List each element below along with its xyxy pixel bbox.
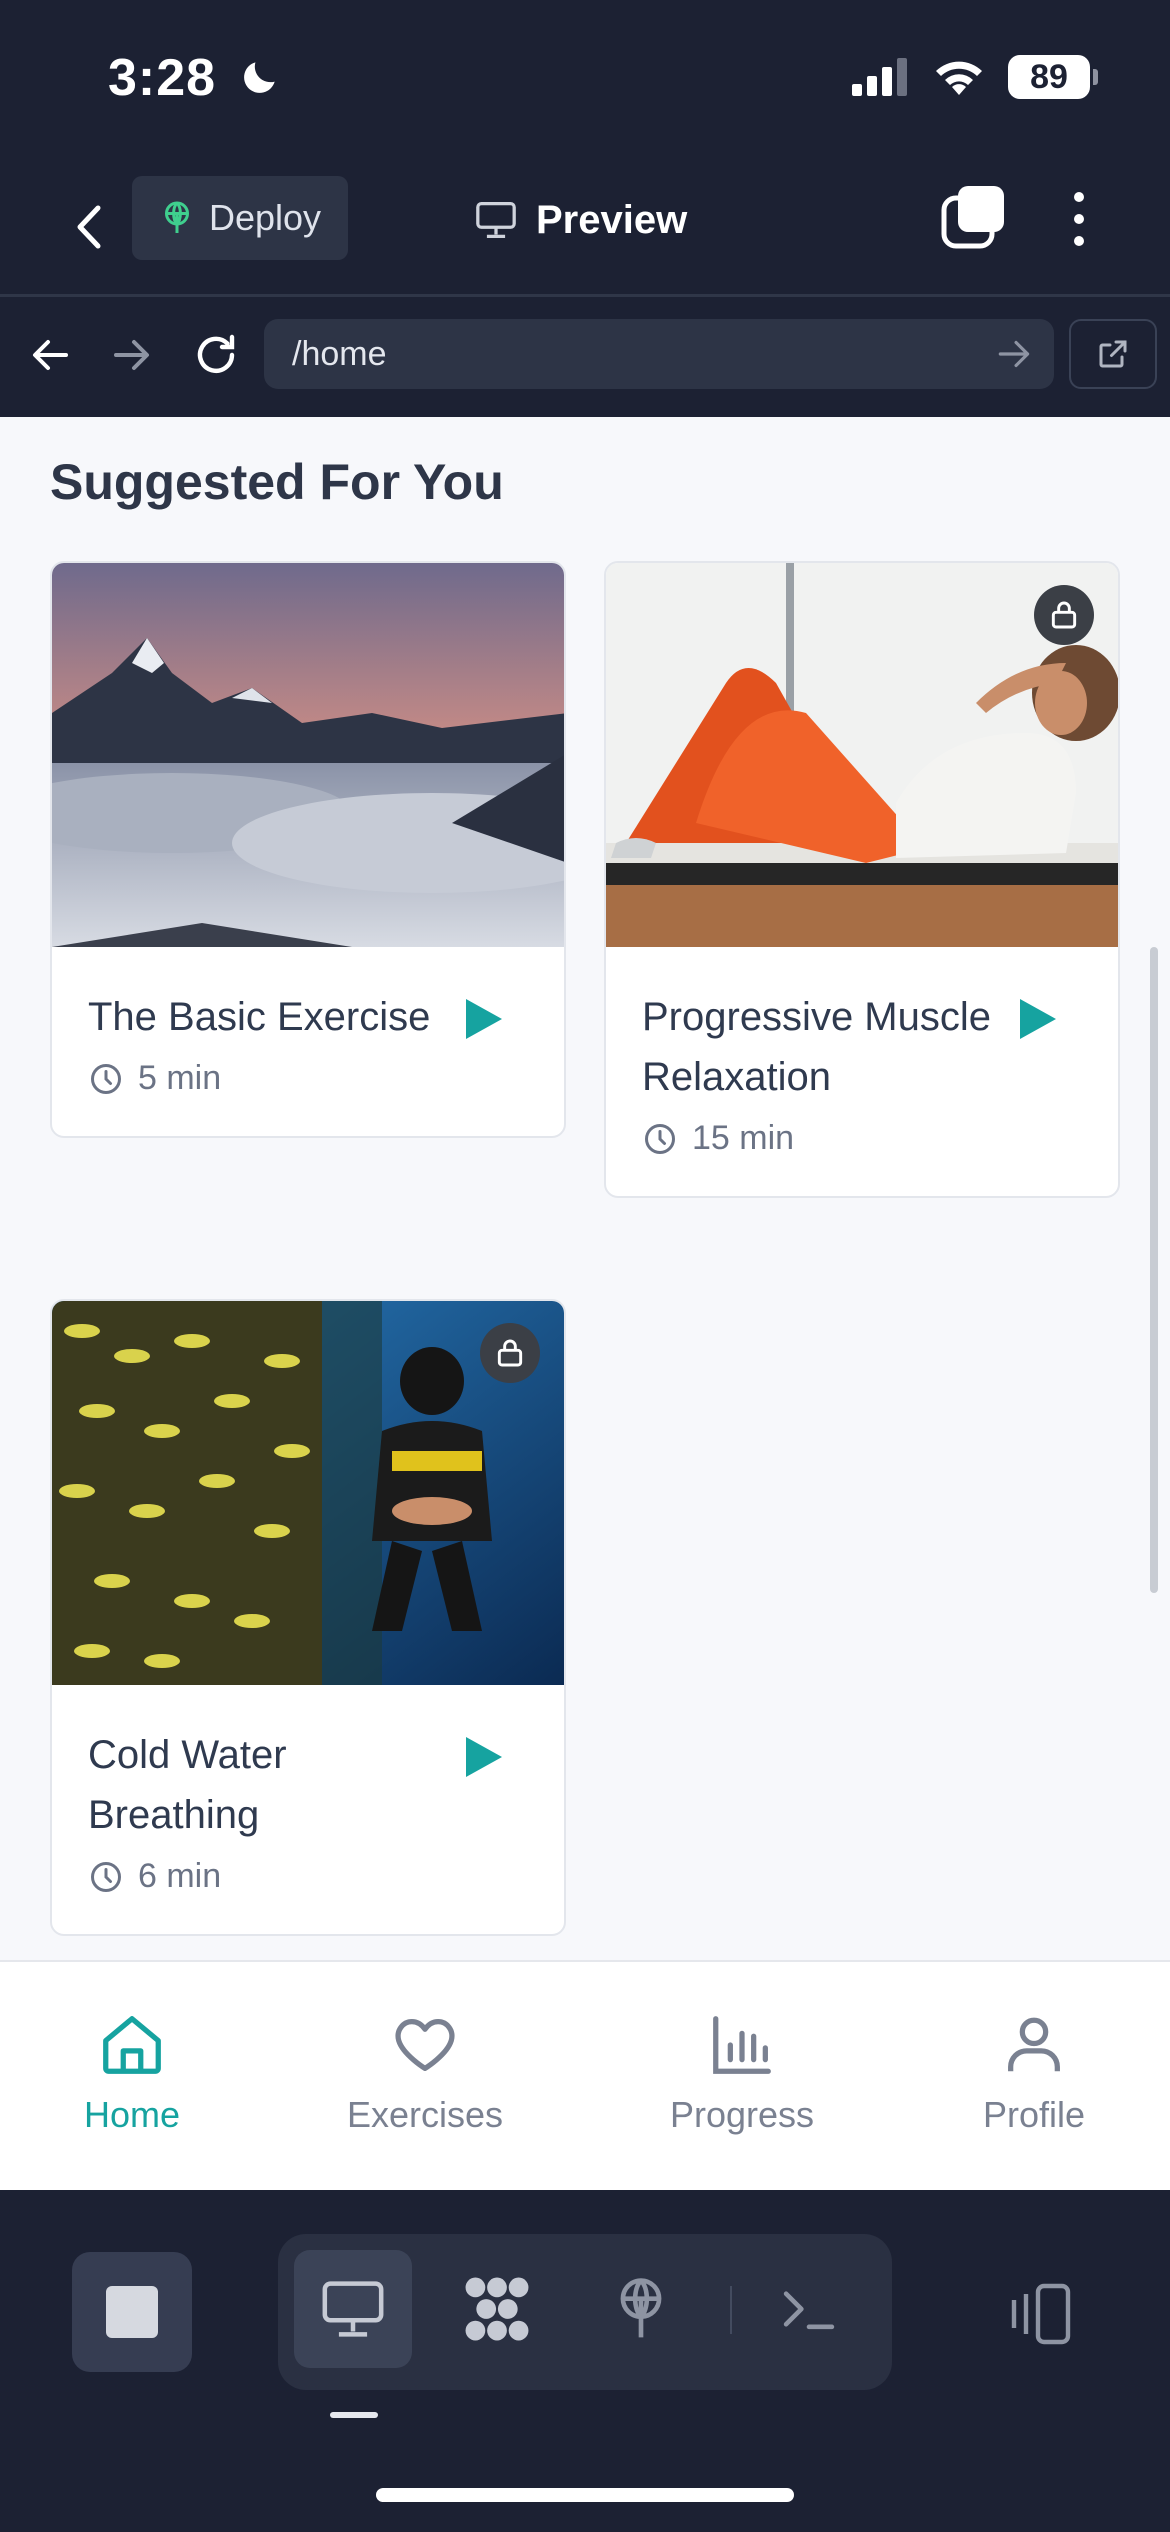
- battery-indicator: 89: [1008, 55, 1098, 99]
- clock-icon: [645, 1123, 675, 1154]
- bottom-nav: Home Exercises Progress Profile: [0, 1960, 1170, 2190]
- preview-tab-button[interactable]: [294, 2250, 412, 2368]
- status-icons: 89: [852, 52, 1098, 102]
- device-toggle-button[interactable]: [998, 2274, 1078, 2354]
- person-icon: [1008, 2017, 1060, 2072]
- home-icon: [103, 2016, 161, 2074]
- lock-icon: [1051, 601, 1077, 629]
- url-input[interactable]: /home: [264, 319, 1054, 389]
- toolbar-separator: [730, 2286, 732, 2334]
- card-title: Cold Water Breathing: [88, 1733, 287, 1837]
- exercise-card[interactable]: Progressive Muscle Relaxation 15 min: [604, 561, 1120, 1198]
- active-tab-indicator: [330, 2412, 378, 2418]
- more-options-button[interactable]: [1054, 184, 1104, 254]
- reload-button[interactable]: [186, 325, 246, 385]
- section-title: Suggested For You: [50, 454, 504, 510]
- grid-tab-button[interactable]: [438, 2250, 556, 2368]
- mountain-image: [52, 563, 564, 947]
- deploy-label: Deploy: [208, 197, 322, 238]
- toolbar-group: [278, 2234, 892, 2390]
- play-icon[interactable]: [462, 1733, 506, 1781]
- reload-icon: [197, 334, 235, 373]
- wifi-icon: [936, 61, 982, 95]
- exercise-card[interactable]: The Basic Exercise 5 min: [50, 561, 566, 1138]
- blocks-icon: [465, 2277, 529, 2341]
- card-duration: 15 min: [642, 1119, 1082, 1158]
- arrow-left-icon: [33, 340, 68, 370]
- card-duration: 6 min: [88, 1857, 528, 1896]
- heart-icon: [395, 2019, 455, 2071]
- tabs-button[interactable]: [940, 184, 1006, 250]
- shell-tab-button[interactable]: [750, 2250, 868, 2368]
- lock-badge: [1034, 585, 1094, 645]
- card-title: Progressive Muscle Relaxation: [642, 995, 992, 1099]
- terminal-icon: [783, 2291, 835, 2330]
- browser-back-button[interactable]: [20, 325, 80, 385]
- stop-icon: [106, 2286, 158, 2338]
- exercise-card[interactable]: Cold Water Breathing 6 min: [50, 1299, 566, 1936]
- deploy-icon: [620, 2278, 662, 2338]
- app-header: Deploy Preview: [0, 160, 1170, 296]
- arrow-right-icon: [114, 340, 149, 370]
- scrollbar[interactable]: [1150, 947, 1158, 1593]
- stop-button[interactable]: [72, 2252, 192, 2372]
- more-dot-icon: [1074, 214, 1084, 224]
- clock-icon: [91, 1063, 121, 1094]
- external-link-icon: [1099, 340, 1127, 368]
- nav-home[interactable]: Home: [12, 2010, 252, 2136]
- clock-icon: [91, 1861, 121, 1892]
- nav-profile[interactable]: Profile: [914, 2010, 1154, 2136]
- card-title: The Basic Exercise: [88, 995, 431, 1039]
- home-indicator: [376, 2488, 794, 2502]
- diver-image: [52, 1301, 564, 1685]
- browser-forward-button[interactable]: [102, 325, 162, 385]
- moon-icon: [243, 62, 275, 93]
- preview-title: Preview: [474, 190, 687, 250]
- chevron-left-icon: [77, 205, 101, 249]
- lock-badge: [480, 1323, 540, 1383]
- play-icon[interactable]: [462, 995, 506, 1043]
- status-time: 3:28: [108, 48, 282, 108]
- nav-progress[interactable]: Progress: [622, 2010, 862, 2136]
- more-dot-icon: [1074, 236, 1084, 246]
- more-dot-icon: [1074, 192, 1084, 202]
- monitor-icon: [322, 2281, 384, 2337]
- main-content: Suggested For You The Basic Exercise 5 m…: [0, 417, 1170, 1960]
- url-text: /home: [292, 334, 387, 373]
- card-duration: 5 min: [88, 1059, 528, 1098]
- deploy-tab-button[interactable]: [582, 2250, 700, 2368]
- deploy-icon: [164, 201, 189, 233]
- open-external-button[interactable]: [1069, 319, 1157, 389]
- browser-bar: /home: [0, 297, 1170, 417]
- back-button[interactable]: [60, 194, 120, 260]
- cellular-signal-icon: [852, 58, 907, 96]
- nav-exercises[interactable]: Exercises: [305, 2010, 545, 2136]
- play-icon[interactable]: [1016, 995, 1060, 1043]
- monitor-icon: [476, 201, 516, 238]
- tabs-icon: [941, 186, 1004, 249]
- workout-image: [606, 563, 1118, 947]
- lock-icon: [497, 1339, 523, 1367]
- bar-chart-icon: [713, 2016, 771, 2074]
- editor-toolbar: [0, 2190, 1170, 2532]
- deploy-button[interactable]: Deploy: [132, 176, 348, 260]
- go-arrow-icon[interactable]: [994, 333, 1036, 375]
- device-frame-icon: [1011, 2283, 1071, 2345]
